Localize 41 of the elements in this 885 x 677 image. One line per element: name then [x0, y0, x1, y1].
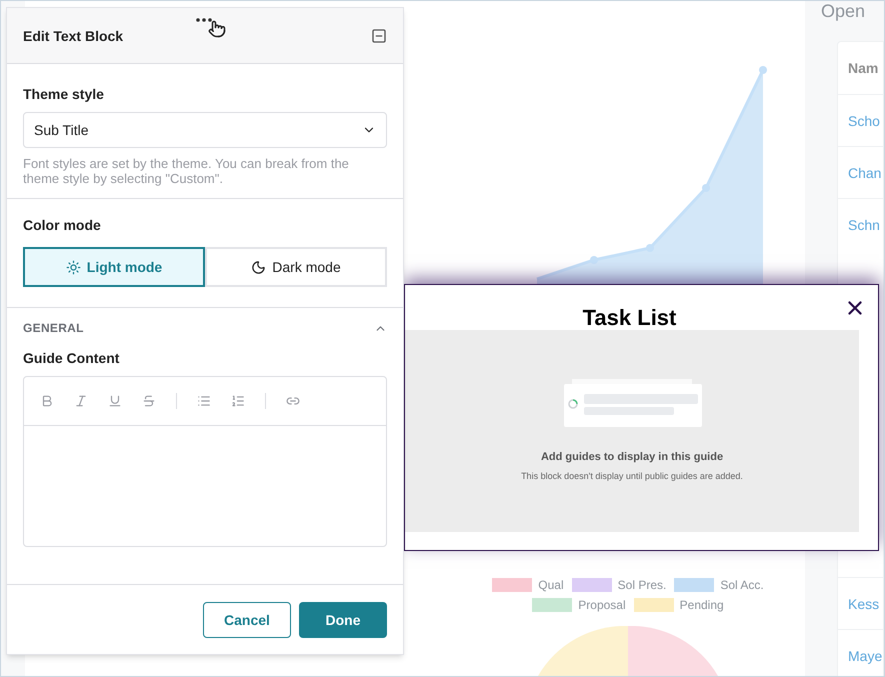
- data-point: [702, 184, 710, 192]
- bulleted-list-button[interactable]: [197, 394, 211, 408]
- field-label: Theme style: [23, 85, 105, 104]
- numbered-list-button[interactable]: [231, 394, 245, 408]
- hand-cursor-icon: [208, 20, 226, 38]
- bold-button[interactable]: [40, 394, 54, 408]
- table-cell: Chan: [838, 146, 883, 198]
- legend-label: Sol Pres.: [618, 577, 666, 593]
- sun-icon: [66, 260, 81, 274]
- italic-button[interactable]: [74, 394, 88, 408]
- field-label: Color mode: [23, 216, 102, 235]
- empty-state-title: Add guides to display in this guide: [540, 450, 724, 465]
- cancel-button[interactable]: Cancel: [203, 602, 291, 638]
- theme-style-select[interactable]: Sub Title: [23, 112, 387, 148]
- section-header[interactable]: GENERAL: [23, 320, 387, 336]
- help-text: Font styles are set by the theme. You can break from the theme style by selecting "Custom".: [23, 156, 350, 186]
- panel-title: Edit Text Block: [23, 26, 124, 46]
- drag-handle-icon[interactable]: [196, 18, 212, 22]
- field-label: Guide Content: [23, 349, 120, 368]
- strikethrough-button[interactable]: [142, 394, 156, 408]
- moon-icon: [251, 260, 266, 274]
- underline-button[interactable]: [108, 394, 122, 408]
- legend-label: Pending: [680, 597, 724, 613]
- table-cell: Maye: [838, 629, 883, 676]
- table-cell: Scho: [838, 94, 883, 146]
- data-point: [759, 66, 767, 74]
- table-cell: Kess: [838, 577, 883, 629]
- table-cell: Schn: [838, 198, 883, 250]
- legend-label: Proposal: [578, 597, 626, 613]
- table-header: Nam: [847, 59, 880, 78]
- legend-label: Sol Acc.: [720, 577, 764, 593]
- empty-state-text: This block doesn't display until public guides are added.: [521, 470, 743, 483]
- mode-toggle[interactable]: Light mode: [23, 247, 205, 287]
- done-button[interactable]: Done: [299, 602, 387, 638]
- minimize-button[interactable]: [371, 28, 387, 44]
- modal-title: Task List: [582, 306, 676, 330]
- data-point: [646, 244, 654, 252]
- card-title: Open: [821, 1, 866, 21]
- mode-toggle[interactable]: Dark mode: [205, 247, 387, 287]
- data-point: [590, 256, 598, 264]
- legend-label: Qual: [538, 577, 564, 593]
